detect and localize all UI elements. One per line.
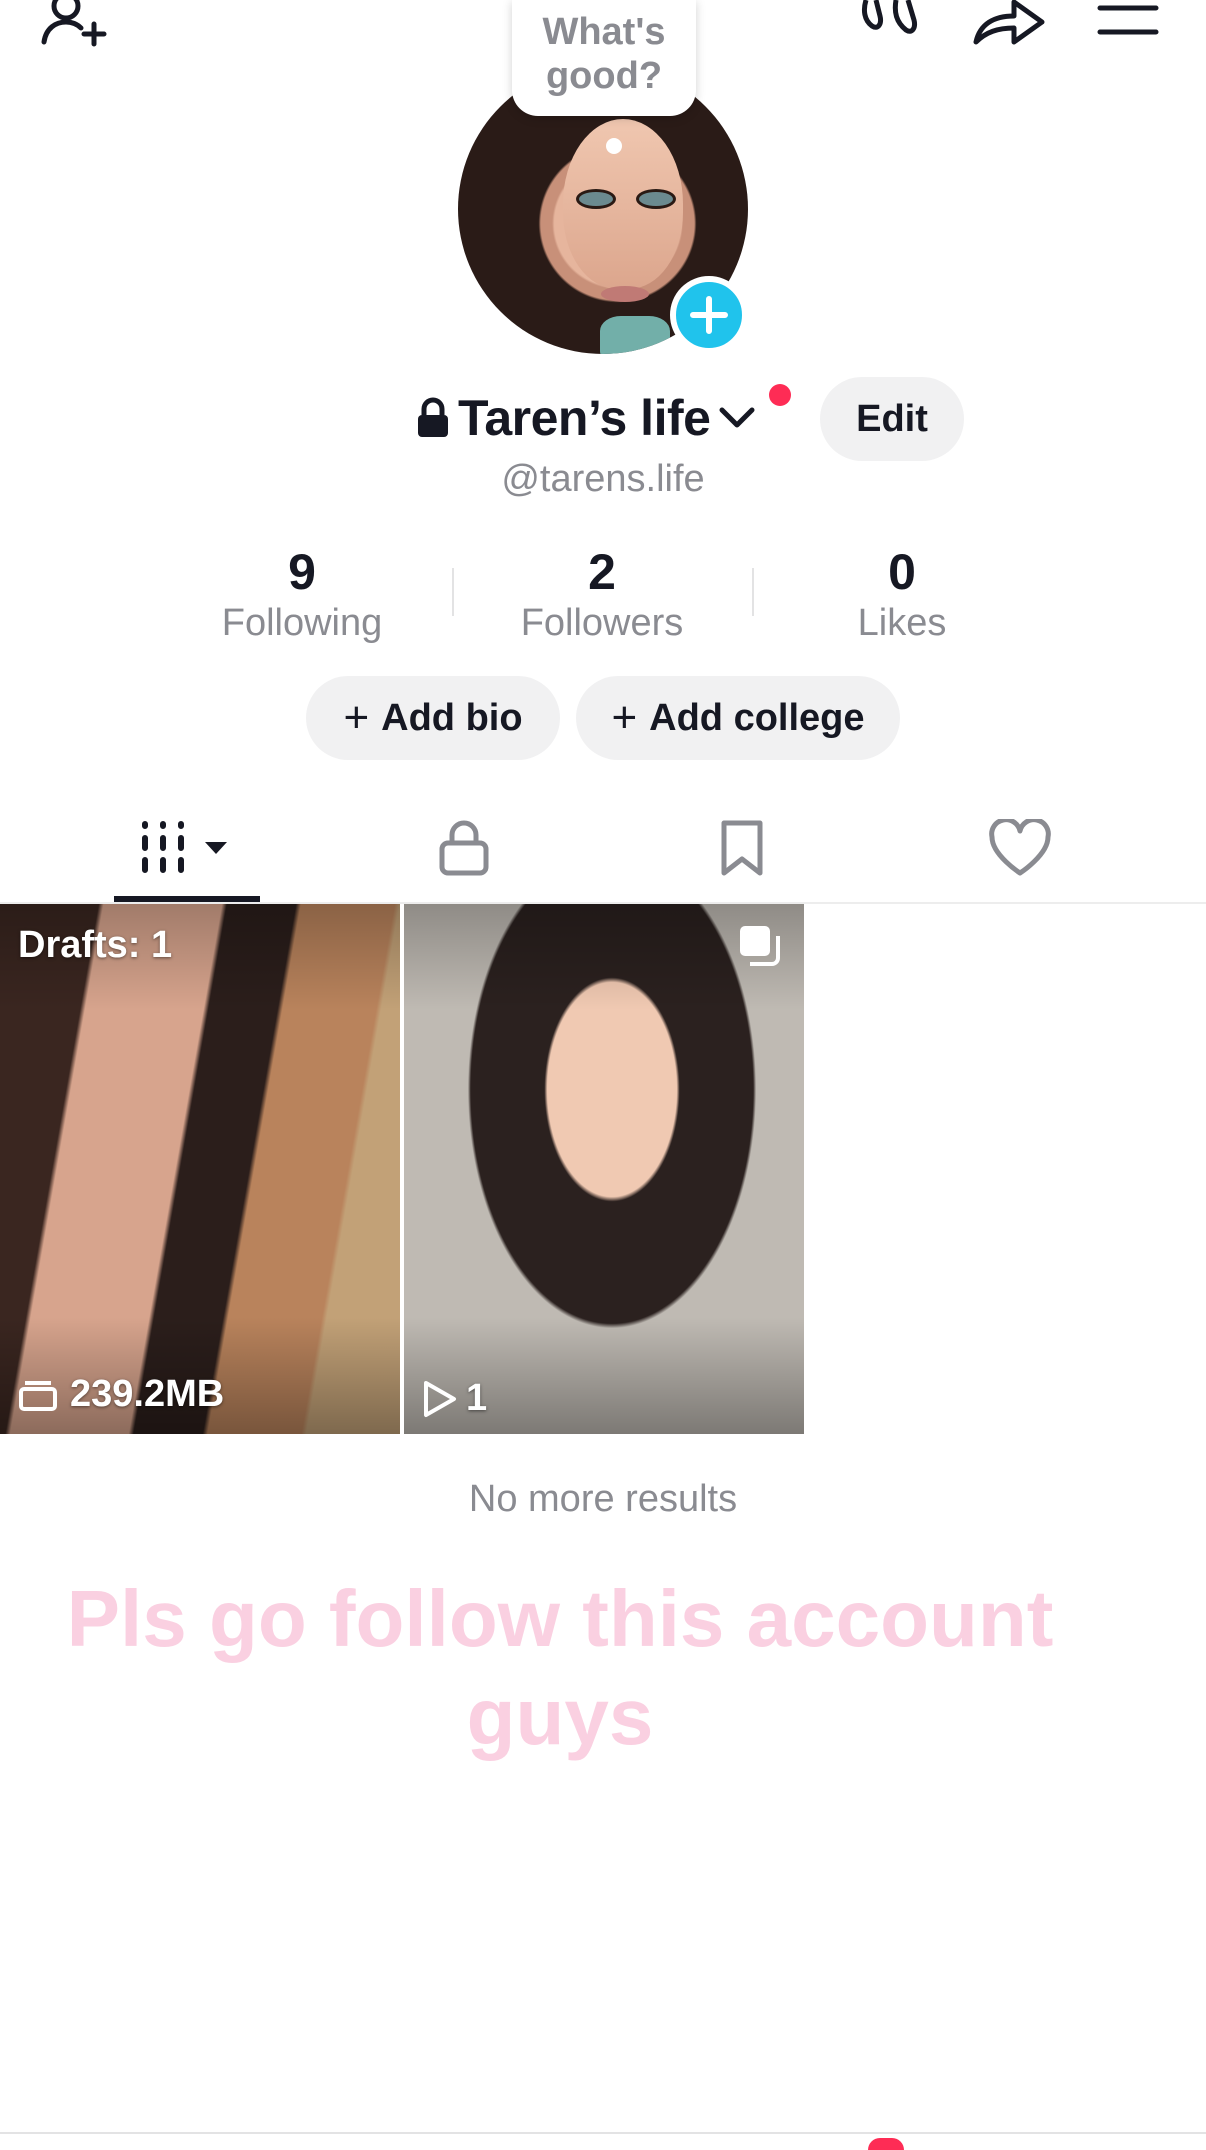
view-count-value: 1 [466,1377,488,1419]
tab-liked[interactable] [960,800,1080,896]
stat-label: Following [221,602,383,644]
menu-icon[interactable] [1096,0,1160,52]
username: @tarens.life [501,458,705,500]
storage-icon [19,1380,57,1411]
stat-label: Followers [520,602,684,644]
profile-views-icon[interactable] [856,0,922,52]
tile-shade [0,904,400,1434]
add-college-label: Add college [649,696,865,739]
stat-value: 0 [888,544,916,600]
add-college-button[interactable]: + Add college [576,676,900,760]
drafts-size: 239.2MB [18,1373,224,1416]
edit-profile-button[interactable]: Edit [820,377,964,461]
stat-following[interactable]: 9 Following [152,544,452,646]
tile-shade [404,904,804,1434]
add-bio-button[interactable]: + Add bio [306,676,560,760]
tab-videos[interactable] [114,800,260,896]
multi-photo-icon [738,924,782,978]
note-line-2: good? [545,55,663,97]
plus-icon: + [343,693,370,742]
video-tile[interactable]: 1 [404,904,804,1434]
plus-icon: + [611,693,638,742]
no-more-results: No more results [468,1478,738,1520]
plus-icon [690,296,728,334]
note-bubble-tail [606,138,622,154]
stat-value: 2 [588,544,616,600]
tab-private[interactable] [404,800,524,896]
heart-icon [989,819,1051,876]
stat-followers[interactable]: 2 Followers [452,544,752,646]
add-story-button[interactable] [670,276,748,354]
drafts-tile[interactable]: Drafts: 1 239.2MB [0,904,400,1434]
overlay-caption: Pls go follow this account guys [66,1574,1054,1761]
view-count: 1 [420,1377,487,1420]
add-bio-label: Add bio [381,696,523,739]
note-line-1: What's [542,11,666,53]
drafts-size-value: 239.2MB [70,1373,225,1415]
lock-icon [439,820,489,876]
grid-filter-icon [142,821,227,873]
bottom-nav-indicator [868,2138,904,2150]
chevron-down-icon [719,407,755,428]
notification-dot [769,384,791,406]
share-icon[interactable] [970,0,1046,52]
account-switcher[interactable]: Taren’s life [416,386,756,450]
play-icon [424,1380,456,1417]
bottom-nav-border [0,2132,1206,2134]
stat-likes[interactable]: 0 Likes [752,544,1052,646]
tab-saved[interactable] [682,800,802,896]
note-bubble[interactable]: What's good? [512,0,696,116]
lock-icon [418,397,448,437]
stat-value: 9 [288,544,316,600]
add-friend-icon[interactable] [38,0,118,52]
bookmark-icon [721,820,763,876]
drafts-count: Drafts: 1 [18,924,173,966]
stat-label: Likes [857,602,947,644]
display-name: Taren’s life [458,390,711,446]
